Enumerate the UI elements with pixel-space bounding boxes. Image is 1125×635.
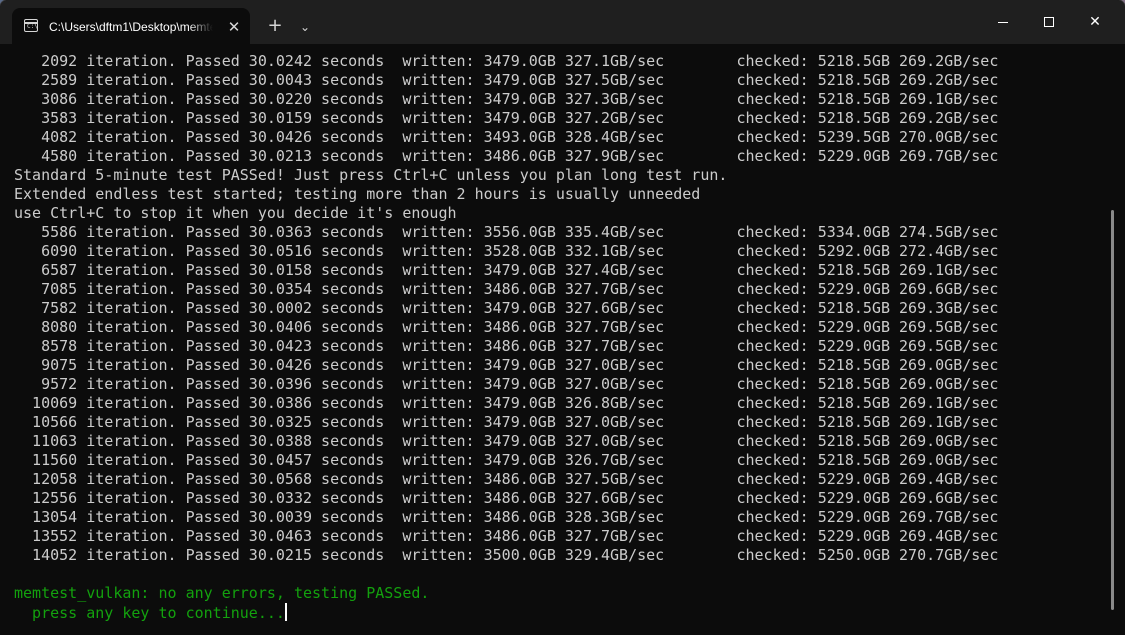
text-cursor xyxy=(284,603,287,621)
terminal-line: 8578 iteration. Passed 30.0423 seconds w… xyxy=(14,337,999,355)
terminal-line: 11560 iteration. Passed 30.0457 seconds … xyxy=(14,451,999,469)
terminal-line: 7582 iteration. Passed 30.0002 seconds w… xyxy=(14,299,999,317)
terminal-line: 14052 iteration. Passed 30.0215 seconds … xyxy=(14,546,999,564)
chevron-down-icon[interactable]: ⌄ xyxy=(293,14,317,40)
tab-memtest[interactable]: C:\ C:\Users\dftm1\Desktop\memtest_vulka… xyxy=(12,8,250,44)
maximize-icon xyxy=(1044,17,1054,27)
terminal-line: 8080 iteration. Passed 30.0406 seconds w… xyxy=(14,318,999,336)
terminal-line: 9572 iteration. Passed 30.0396 seconds w… xyxy=(14,375,999,393)
terminal-line: Extended endless test started; testing m… xyxy=(14,185,701,203)
terminal-window: C:\ C:\Users\dftm1\Desktop\memtest_vulka… xyxy=(0,0,1125,635)
terminal-line: 6090 iteration. Passed 30.0516 seconds w… xyxy=(14,242,999,260)
terminal-line: 4580 iteration. Passed 30.0213 seconds w… xyxy=(14,147,999,165)
terminal-line: 11063 iteration. Passed 30.0388 seconds … xyxy=(14,432,999,450)
terminal-line: 9075 iteration. Passed 30.0426 seconds w… xyxy=(14,356,999,374)
new-tab-button[interactable]: + xyxy=(262,14,288,40)
terminal-line: 12556 iteration. Passed 30.0332 seconds … xyxy=(14,489,999,507)
maximize-button[interactable] xyxy=(1026,0,1072,44)
terminal-line: 3086 iteration. Passed 30.0220 seconds w… xyxy=(14,90,999,108)
terminal-line: 5586 iteration. Passed 30.0363 seconds w… xyxy=(14,223,999,241)
terminal-line: 7085 iteration. Passed 30.0354 seconds w… xyxy=(14,280,999,298)
terminal-line: 13054 iteration. Passed 30.0039 seconds … xyxy=(14,508,999,526)
terminal-line: 10069 iteration. Passed 30.0386 seconds … xyxy=(14,394,999,412)
terminal-line: 6587 iteration. Passed 30.0158 seconds w… xyxy=(14,261,999,279)
scrollbar[interactable] xyxy=(1111,210,1114,610)
prompt-line: press any key to continue... xyxy=(14,603,1104,622)
terminal-line: 3583 iteration. Passed 30.0159 seconds w… xyxy=(14,109,999,127)
close-button[interactable]: ✕ xyxy=(1072,0,1118,44)
terminal-line: 13552 iteration. Passed 30.0463 seconds … xyxy=(14,527,999,545)
terminal-line: 2092 iteration. Passed 30.0242 seconds w… xyxy=(14,52,999,70)
minimize-button[interactable] xyxy=(980,0,1026,44)
terminal-line: 2589 iteration. Passed 30.0043 seconds w… xyxy=(14,71,999,89)
terminal-line: 4082 iteration. Passed 30.0426 seconds w… xyxy=(14,128,999,146)
prompt-text: press any key to continue... xyxy=(14,604,285,622)
console-icon: C:\ xyxy=(24,19,38,32)
terminal-line: use Ctrl+C to stop it when you decide it… xyxy=(14,204,457,222)
title-bar[interactable]: C:\ C:\Users\dftm1\Desktop\memtest_vulka… xyxy=(0,0,1125,44)
terminal-line: Standard 5-minute test PASSed! Just pres… xyxy=(14,166,728,184)
terminal-line: 10566 iteration. Passed 30.0325 seconds … xyxy=(14,413,999,431)
terminal-output[interactable]: 2092 iteration. Passed 30.0242 seconds w… xyxy=(14,52,1104,627)
tab-title: C:\Users\dftm1\Desktop\memtest_vulkan.ex… xyxy=(49,20,213,34)
terminal-line: 12058 iteration. Passed 30.0568 seconds … xyxy=(14,470,999,488)
result-line: memtest_vulkan: no any errors, testing P… xyxy=(14,584,430,602)
minimize-icon xyxy=(998,21,1008,23)
tab-close-icon[interactable]: ✕ xyxy=(224,17,244,37)
